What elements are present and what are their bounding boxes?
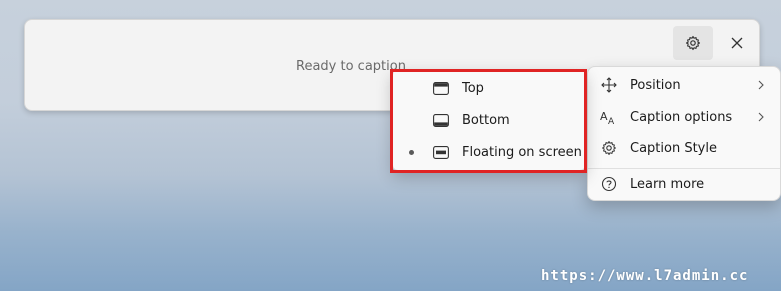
menu-item-position[interactable]: Position xyxy=(588,70,780,100)
settings-menu: Position A A Caption options Caption Sty… xyxy=(587,66,781,201)
submenu-item-top[interactable]: Top xyxy=(393,73,585,103)
svg-text:A: A xyxy=(608,117,615,125)
close-button[interactable] xyxy=(717,26,757,60)
menu-item-caption-style[interactable]: Caption Style xyxy=(588,133,780,163)
submenu-item-label: Top xyxy=(462,80,484,96)
gear-icon xyxy=(600,139,618,157)
position-submenu: Top Bottom Floating on screen xyxy=(392,69,586,171)
window-floating-icon xyxy=(433,145,449,159)
menu-item-learn-more[interactable]: Learn more xyxy=(588,169,780,199)
selected-indicator xyxy=(409,149,414,155)
font-size-icon: A A xyxy=(600,108,618,126)
help-icon xyxy=(600,175,618,193)
chevron-right-icon xyxy=(756,112,766,122)
submenu-item-label: Floating on screen xyxy=(462,144,582,160)
chevron-right-icon xyxy=(756,80,766,90)
menu-item-caption-options[interactable]: A A Caption options xyxy=(588,102,780,132)
submenu-item-bottom[interactable]: Bottom xyxy=(393,105,585,135)
close-icon xyxy=(731,37,743,49)
menu-item-label: Learn more xyxy=(630,176,705,192)
move-arrows-icon xyxy=(600,76,618,94)
svg-text:A: A xyxy=(600,110,608,123)
menu-item-label: Caption Style xyxy=(630,140,717,156)
window-bottom-icon xyxy=(433,113,449,127)
menu-item-label: Caption options xyxy=(630,109,733,125)
window-top-icon xyxy=(433,81,449,95)
submenu-item-label: Bottom xyxy=(462,112,510,128)
gear-icon xyxy=(685,35,701,51)
menu-item-label: Position xyxy=(630,77,681,93)
submenu-item-floating[interactable]: Floating on screen xyxy=(393,137,585,167)
watermark-text: https://www.l7admin.cc xyxy=(541,268,749,284)
settings-button[interactable] xyxy=(673,26,713,60)
caption-status-text: Ready to caption xyxy=(296,59,406,74)
